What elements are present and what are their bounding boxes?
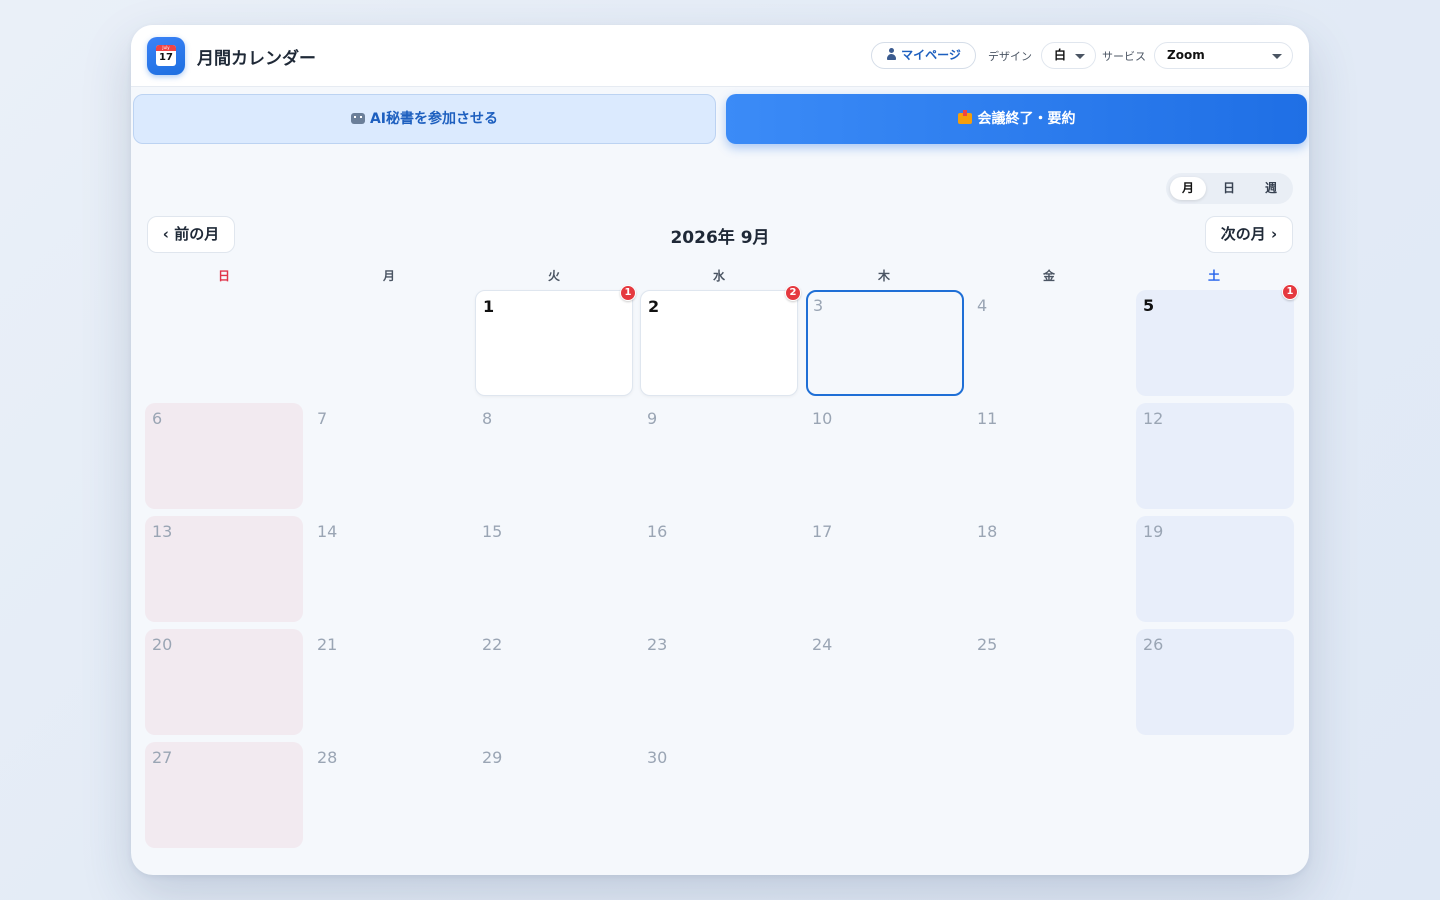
app-header: July 17 月間カレンダー マイページ デザイン 白 サービス Zoom [131,25,1309,87]
day-cell[interactable]: 7 [310,403,468,509]
calendar-window: July 17 月間カレンダー マイページ デザイン 白 サービス Zoom A… [131,25,1309,875]
ai-join-label: AI秘書を参加させる [369,111,499,127]
chevron-down-icon [1272,54,1282,59]
weekday-sun: 日 [217,269,230,283]
end-meeting-button[interactable]: 会議終了・要約 [726,94,1307,144]
day-cell[interactable]: 9 [640,403,798,509]
view-week-button[interactable]: 週 [1253,177,1289,200]
weekday-wed: 水 [712,269,725,283]
ai-join-button[interactable]: AI秘書を参加させる [133,94,716,144]
design-select-value: 白 [1054,48,1067,62]
day-cell[interactable]: 10 [805,403,963,509]
view-day-button[interactable]: 日 [1211,177,1247,200]
calendar-icon: July 17 [147,37,185,75]
mypage-button[interactable]: マイページ [871,42,976,69]
day-cell[interactable]: 11 [970,403,1128,509]
day-cell[interactable]: 20 [145,629,303,735]
day-cell[interactable]: 29 [475,742,633,848]
view-toggle: 月 日 週 [1166,173,1293,204]
robot-icon [350,113,365,124]
day-number: 29 [482,748,503,767]
day-number: 18 [977,522,998,541]
prev-month-button[interactable]: ‹ 前の月 [147,216,235,253]
calendar-icon-day: 17 [159,52,173,63]
day-number: 25 [977,635,998,654]
design-label: デザイン [988,50,1032,63]
day-number: 15 [482,522,503,541]
chevron-down-icon [1075,54,1085,59]
day-number: 7 [317,409,328,428]
user-icon [886,48,897,60]
day-cell[interactable]: 1 1 [475,285,636,396]
day-cell[interactable]: 17 [805,516,963,622]
day-number: 20 [152,635,173,654]
day-cell[interactable]: 27 [145,742,303,848]
view-month-button[interactable]: 月 [1170,177,1206,200]
day-cell[interactable]: 24 [805,629,963,735]
outbox-icon [957,110,972,124]
weekday-fri: 金 [1042,269,1055,283]
day-cell[interactable]: 16 [640,516,798,622]
day-cell[interactable]: 13 [145,516,303,622]
app-title: 月間カレンダー [197,49,316,69]
day-cell[interactable]: 14 [310,516,468,622]
weekday-mon: 月 [382,269,395,283]
day-number: 19 [1143,522,1164,541]
day-number: 28 [317,748,338,767]
day-number: 9 [647,409,658,428]
end-meeting-label: 会議終了・要約 [977,111,1076,127]
day-number: 23 [647,635,668,654]
day-cell[interactable]: 30 [640,742,798,848]
weekday-thu: 木 [877,269,890,283]
mypage-label: マイページ [901,48,961,62]
day-cell[interactable]: 22 [475,629,633,735]
day-number: 6 [152,409,163,428]
day-number: 16 [647,522,668,541]
day-number: 14 [317,522,338,541]
day-cell[interactable]: 26 [1136,629,1294,735]
day-number: 30 [647,748,668,767]
service-select[interactable]: Zoom [1154,42,1293,69]
event-count-badge: 1 [620,285,636,301]
day-cell[interactable]: 18 [970,516,1128,622]
design-select[interactable]: 白 [1041,42,1096,69]
day-number: 10 [812,409,833,428]
day-number: 24 [812,635,833,654]
event-count-badge: 2 [785,285,801,301]
day-cell[interactable]: 21 [310,629,468,735]
day-cell-today[interactable]: 3 [806,290,964,396]
day-cell[interactable]: 8 [475,403,633,509]
day-cell[interactable]: 4 [970,290,1128,396]
day-number: 3 [813,296,824,315]
service-select-value: Zoom [1167,48,1205,62]
day-cell[interactable]: 5 1 [1136,284,1298,396]
day-cell[interactable]: 6 [145,403,303,509]
day-number: 11 [977,409,998,428]
day-number: 17 [812,522,833,541]
day-number: 22 [482,635,503,654]
day-number: 13 [152,522,173,541]
day-cell[interactable]: 28 [310,742,468,848]
day-number: 8 [482,409,493,428]
weekday-sat: 土 [1207,269,1220,283]
day-cell[interactable]: 15 [475,516,633,622]
day-number: 12 [1143,409,1164,428]
day-cell[interactable]: 19 [1136,516,1294,622]
day-number: 21 [317,635,338,654]
service-label: サービス [1102,50,1146,63]
weekday-tue: 火 [547,269,560,283]
next-month-button[interactable]: 次の月 › [1205,216,1293,253]
day-number: 26 [1143,635,1164,654]
day-cell[interactable]: 23 [640,629,798,735]
day-number: 5 [1143,296,1155,315]
day-cell[interactable]: 2 2 [640,285,801,396]
month-title: 2026年 9月 [670,228,770,248]
day-number: 27 [152,748,173,767]
event-count-badge: 1 [1282,284,1298,300]
day-number: 2 [648,297,660,316]
day-number: 1 [483,297,495,316]
day-cell[interactable]: 25 [970,629,1128,735]
day-number: 4 [977,296,988,315]
day-cell[interactable]: 12 [1136,403,1294,509]
